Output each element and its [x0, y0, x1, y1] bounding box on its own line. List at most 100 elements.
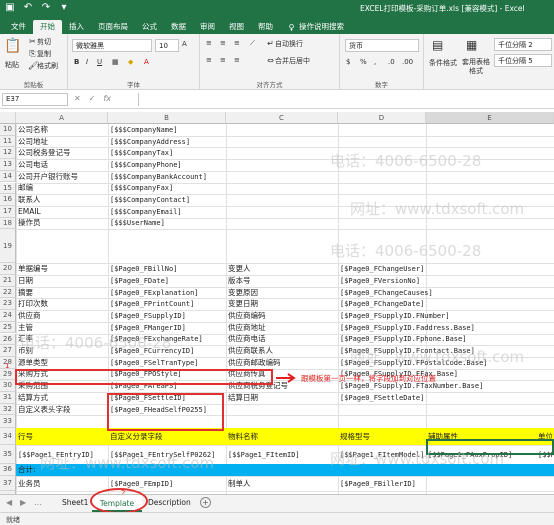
cell-d-31[interactable]: [$Page0_FSettleDate] — [340, 393, 424, 403]
ellipsis-icon[interactable]: … — [34, 498, 42, 507]
tab-home[interactable]: 开始 — [33, 20, 62, 34]
cell-a-37[interactable]: 业务员 — [18, 479, 41, 489]
name-box[interactable]: E37 — [2, 93, 68, 106]
cell-d-22[interactable]: [$Page0_FChangeCauses] — [340, 288, 433, 298]
style-comma-5[interactable]: 千位分隔 5 — [494, 54, 552, 67]
tab-help[interactable]: 帮助 — [251, 20, 280, 34]
cell-a-13[interactable]: 公司电话 — [18, 160, 48, 170]
tab-formulas[interactable]: 公式 — [135, 20, 164, 34]
row-header[interactable]: 34 — [0, 428, 16, 446]
save-icon[interactable]: ▣ — [4, 2, 16, 14]
cell-c-24[interactable]: 供应商编码 — [228, 311, 266, 321]
scroll-right-icon[interactable]: ▶ — [20, 498, 26, 507]
cell-d-37[interactable]: [$Page0_FBillerID] — [340, 479, 416, 489]
cell-a-20[interactable]: 单据编号 — [18, 264, 48, 274]
percent-icon[interactable]: % — [360, 58, 367, 66]
font-name-select[interactable]: 微软雅黑 — [72, 39, 152, 52]
increase-decimal-icon[interactable]: .0 — [388, 58, 395, 66]
row-header[interactable]: 25 — [0, 321, 16, 334]
cell-c-28[interactable]: 供应商邮政编码 — [228, 358, 281, 368]
comma-icon[interactable]: , — [374, 58, 376, 66]
row-header[interactable]: 36 — [0, 464, 16, 477]
bold-icon[interactable]: B — [74, 58, 79, 66]
row-header[interactable]: 29 — [0, 368, 16, 381]
cell-a-12[interactable]: 公司税务登记号 — [18, 148, 71, 158]
formula-input[interactable] — [138, 93, 552, 106]
cell-b-28[interactable]: [$Page0_FSelTranType] — [110, 358, 199, 368]
cell-a-24[interactable]: 供应商 — [18, 311, 41, 321]
cell-b-17[interactable]: [$$$CompanyEmail] — [110, 207, 182, 217]
cell-c-31[interactable]: 结算日期 — [228, 393, 258, 403]
column-header-c[interactable]: C — [226, 112, 338, 124]
cell-d-34[interactable]: 规格型号 — [340, 432, 370, 442]
cell-a-15[interactable]: 邮编 — [18, 183, 33, 193]
sheet-tab-description[interactable]: Description — [148, 498, 191, 507]
cell-a-17[interactable]: EMAIL — [18, 207, 41, 217]
column-header-a[interactable]: A — [16, 112, 108, 124]
row-header[interactable]: 13 — [0, 159, 16, 171]
cell-b-11[interactable]: [$$$CompanyAddress] — [110, 137, 190, 147]
cell-b-15[interactable]: [$$$CompanyFax] — [110, 183, 173, 193]
cell-b-13[interactable]: [$$$CompanyPhone] — [110, 160, 182, 170]
row-header[interactable]: 19 — [0, 229, 16, 264]
align-left-icon[interactable]: ≡ — [206, 56, 212, 64]
cell-d-26[interactable]: [$Page0_FSupplyID.Fphone.Base] — [340, 334, 466, 344]
cell-b-23[interactable]: [$Page0_FPrintCount] — [110, 299, 194, 309]
font-size-select[interactable]: 10 — [155, 39, 179, 52]
copy-button[interactable]: ⎘复制 — [28, 49, 51, 59]
cell-c-27[interactable]: 供应商联系人 — [228, 346, 273, 356]
row-header[interactable]: 14 — [0, 170, 16, 183]
tab-review[interactable]: 审阅 — [193, 20, 222, 34]
cell-a-16[interactable]: 联系人 — [18, 195, 41, 205]
redo-icon[interactable]: ↷ — [40, 2, 52, 14]
align-right-icon[interactable]: ≡ — [234, 56, 240, 64]
cell-c-35[interactable]: [$$Page1_FItemID] — [228, 450, 300, 460]
cut-button[interactable]: ✂剪切 — [28, 37, 51, 47]
column-header-d[interactable]: D — [338, 112, 426, 124]
row-header[interactable]: 35 — [0, 445, 16, 465]
fill-color-icon[interactable]: ◆ — [128, 58, 133, 66]
cell-a-34[interactable]: 行号 — [18, 432, 33, 442]
row-header[interactable]: 17 — [0, 205, 16, 218]
add-sheet-icon[interactable]: + — [200, 497, 211, 508]
cell-a-22[interactable]: 摘要 — [18, 288, 33, 298]
row-header[interactable]: 27 — [0, 345, 16, 357]
cell-b-21[interactable]: [$Page0_FDate] — [110, 276, 169, 286]
row-header[interactable]: 37 — [0, 476, 16, 492]
italic-icon[interactable]: I — [86, 58, 88, 66]
row-header[interactable]: 30 — [0, 380, 16, 392]
enter-icon[interactable]: ✓ — [89, 94, 96, 103]
cell-d-23[interactable]: [$Page0_FChangeDate] — [340, 299, 424, 309]
sheet-tab-sheet1[interactable]: Sheet1 — [62, 498, 88, 507]
row-header[interactable]: 24 — [0, 310, 16, 322]
tab-insert[interactable]: 插入 — [62, 20, 91, 34]
function-icon[interactable]: fx — [103, 94, 111, 103]
merge-center-button[interactable]: ⇔合并后居中 — [266, 56, 310, 66]
row-header[interactable]: 18 — [0, 217, 16, 230]
align-middle-icon[interactable]: ≡ — [220, 39, 226, 47]
cell-b-16[interactable]: [$$$CompanyContact] — [110, 195, 190, 205]
table-format-button[interactable]: 套用表格格式 — [460, 58, 492, 76]
cell-c-26[interactable]: 供应商电话 — [228, 334, 266, 344]
cell-a-23[interactable]: 打印次数 — [18, 299, 48, 309]
cell-a-10[interactable]: 公司名称 — [18, 125, 48, 135]
orientation-icon[interactable]: ⟋ — [250, 39, 255, 48]
align-center-icon[interactable]: ≡ — [220, 56, 226, 64]
cell-b-10[interactable]: [$$$CompanyName] — [110, 125, 177, 135]
select-all-corner[interactable] — [0, 112, 16, 124]
cell-c-22[interactable]: 变更原因 — [228, 288, 258, 298]
paste-icon[interactable]: 📋 — [4, 38, 21, 54]
cell-d-24[interactable]: [$Page0_FSupplyID.FNumber] — [340, 311, 450, 321]
tab-data[interactable]: 数据 — [164, 20, 193, 34]
align-top-icon[interactable]: ≡ — [206, 39, 212, 47]
cell-b-24[interactable]: [$Page0_FSupplyID] — [110, 311, 186, 321]
customize-icon[interactable]: ▾ — [58, 2, 70, 14]
cell-d-20[interactable]: [$Page0_FChangeUser] — [340, 264, 424, 274]
cell-a-36[interactable]: 合计: — [18, 465, 36, 475]
row-header[interactable]: 15 — [0, 182, 16, 195]
column-header-b[interactable]: B — [108, 112, 226, 124]
row-header[interactable]: 26 — [0, 333, 16, 346]
cell-b-14[interactable]: [$$$CompanyBankAccount] — [110, 172, 207, 182]
number-format-select[interactable]: 货币 — [345, 39, 419, 52]
row-header[interactable]: 10 — [0, 124, 16, 136]
